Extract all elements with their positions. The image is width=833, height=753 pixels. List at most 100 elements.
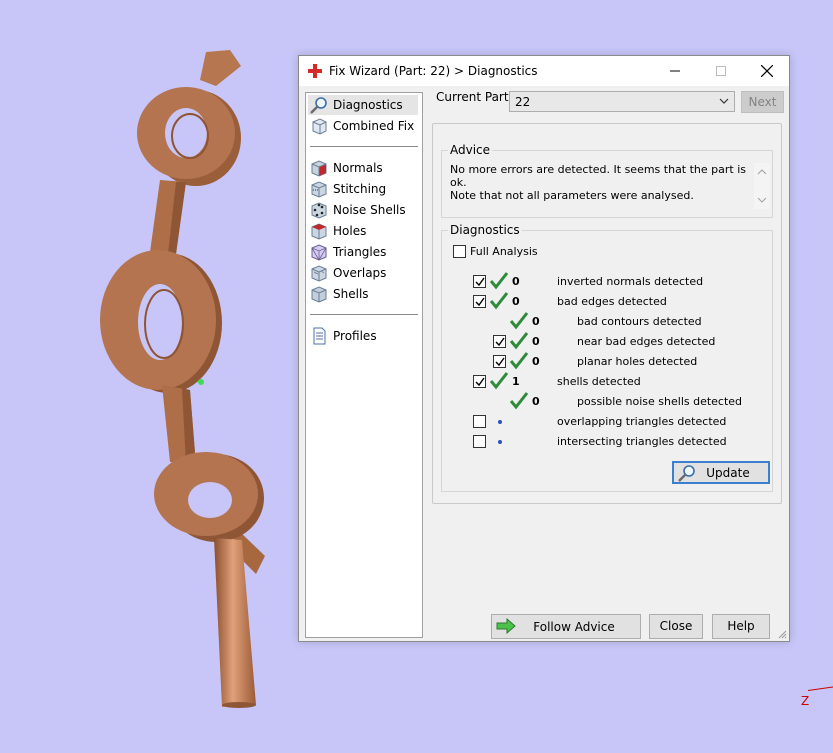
title-bar[interactable]: Fix Wizard (Part: 22) > Diagnostics (299, 56, 789, 86)
overlapping-triangles-label: overlapping triangles detected (557, 415, 727, 428)
minimize-button[interactable] (652, 56, 698, 86)
noise-shells-label: possible noise shells detected (577, 395, 743, 408)
cube-shells-icon (311, 286, 327, 303)
shells-label: shells detected (557, 375, 641, 388)
document-icon (313, 327, 326, 345)
nav-item-holes[interactable]: Holes (306, 221, 420, 241)
nav-item-label: Shells (333, 287, 369, 301)
overlapping-triangles-checkbox[interactable] (473, 415, 486, 428)
z-axis-label: Z (801, 694, 810, 708)
bad-edges-label: bad edges detected (557, 295, 667, 308)
close-window-button[interactable] (744, 56, 790, 86)
scroll-arrows-icon (757, 169, 767, 203)
advice-line: Note that not all parameters were analys… (450, 189, 694, 202)
follow-advice-button[interactable]: Follow Advice (491, 614, 641, 639)
current-part-select[interactable]: 22 (509, 91, 735, 112)
inverted-normals-checkbox[interactable] (473, 275, 486, 288)
nav-item-label: Stitching (333, 182, 387, 196)
wizard-nav: Diagnostics Combined Fix Normals Stitchi… (305, 92, 423, 638)
nav-item-label: Holes (333, 224, 367, 238)
green-check-icon (490, 292, 508, 310)
current-part-value: 22 (515, 95, 531, 109)
advice-scrollbar[interactable] (754, 163, 770, 209)
checkmark-icon (495, 357, 505, 367)
nav-item-label: Diagnostics (333, 98, 403, 112)
update-label: Update (706, 466, 750, 480)
planar-holes-label: planar holes detected (577, 355, 698, 368)
nav-item-combined-fix[interactable]: Combined Fix (306, 116, 420, 136)
magnifier-icon (310, 97, 327, 114)
nav-item-label: Profiles (333, 329, 377, 343)
nav-separator (310, 146, 418, 147)
green-check-icon (510, 332, 528, 350)
checkmark-icon (475, 377, 485, 387)
near-bad-edges-count: 0 (532, 335, 540, 348)
maximize-button (698, 56, 744, 86)
green-check-icon (490, 372, 508, 390)
advice-group: Advice No more errors are detected. It s… (441, 143, 773, 218)
green-check-icon (510, 312, 528, 330)
maximize-icon (716, 66, 726, 76)
cube-outline-icon (312, 118, 327, 135)
intersecting-triangles-checkbox[interactable] (473, 435, 486, 448)
advice-line: No more errors are detected. It seems th… (450, 163, 747, 189)
cube-holes-icon (311, 223, 327, 240)
diagnostics-panel: Advice No more errors are detected. It s… (432, 123, 782, 504)
nav-item-diagnostics[interactable]: Diagnostics (308, 95, 418, 115)
nav-item-shells[interactable]: Shells (306, 284, 420, 304)
inverted-normals-label: inverted normals detected (557, 275, 704, 288)
pending-dot-icon (498, 420, 502, 424)
bad-edges-count: 0 (512, 295, 520, 308)
near-bad-edges-label: near bad edges detected (577, 335, 716, 348)
next-button[interactable]: Next (741, 91, 784, 113)
minimize-icon (670, 70, 680, 72)
full-analysis-checkbox[interactable] (453, 245, 466, 258)
checkmark-icon (475, 297, 485, 307)
checkmark-icon (495, 337, 505, 347)
checkmark-icon (475, 277, 485, 287)
advice-title: Advice (448, 143, 493, 157)
nav-item-stitching[interactable]: Stitching (306, 179, 420, 199)
resize-grip-icon[interactable] (777, 629, 787, 639)
red-cross-icon (308, 64, 322, 78)
cube-overlaps-icon (311, 265, 327, 282)
current-part-label: Current Part: (436, 90, 513, 104)
nav-item-triangles[interactable]: Triangles (306, 242, 420, 262)
nav-item-profiles[interactable]: Profiles (306, 326, 420, 346)
cube-noise-icon (311, 202, 327, 219)
nav-separator (310, 314, 418, 315)
bad-contours-count: 0 (532, 315, 540, 328)
planar-holes-checkbox[interactable] (493, 355, 506, 368)
update-button[interactable]: Update (672, 461, 770, 484)
help-button[interactable]: Help (712, 614, 770, 639)
window-title: Fix Wizard (Part: 22) > Diagnostics (329, 64, 538, 78)
near-bad-edges-checkbox[interactable] (493, 335, 506, 348)
close-button[interactable]: Close (649, 614, 703, 639)
intersecting-triangles-label: intersecting triangles detected (557, 435, 727, 448)
nav-item-overlaps[interactable]: Overlaps (306, 263, 420, 283)
nav-item-label: Triangles (333, 245, 387, 259)
inverted-normals-count: 0 (512, 275, 520, 288)
cube-triangles-icon (311, 244, 327, 261)
nav-item-noise-shells[interactable]: Noise Shells (306, 200, 420, 220)
chevron-down-icon (719, 98, 729, 104)
pending-dot-icon (498, 440, 502, 444)
nav-item-normals[interactable]: Normals (306, 158, 420, 178)
shells-count: 1 (512, 375, 520, 388)
nav-item-label: Normals (333, 161, 383, 175)
bad-contours-label: bad contours detected (577, 315, 702, 328)
bad-edges-checkbox[interactable] (473, 295, 486, 308)
green-check-icon (510, 392, 528, 410)
follow-advice-label: Follow Advice (533, 620, 615, 634)
green-check-icon (490, 272, 508, 290)
noise-shells-count: 0 (532, 395, 540, 408)
advice-text: No more errors are detected. It seems th… (450, 163, 762, 209)
nav-item-label: Combined Fix (333, 119, 415, 133)
fix-wizard-dialog: Fix Wizard (Part: 22) > Diagnostics Diag… (298, 55, 790, 642)
planar-holes-count: 0 (532, 355, 540, 368)
green-check-icon (510, 352, 528, 370)
nav-item-label: Overlaps (333, 266, 387, 280)
close-icon (761, 65, 773, 77)
diagnostics-title: Diagnostics (448, 223, 522, 237)
shells-checkbox[interactable] (473, 375, 486, 388)
